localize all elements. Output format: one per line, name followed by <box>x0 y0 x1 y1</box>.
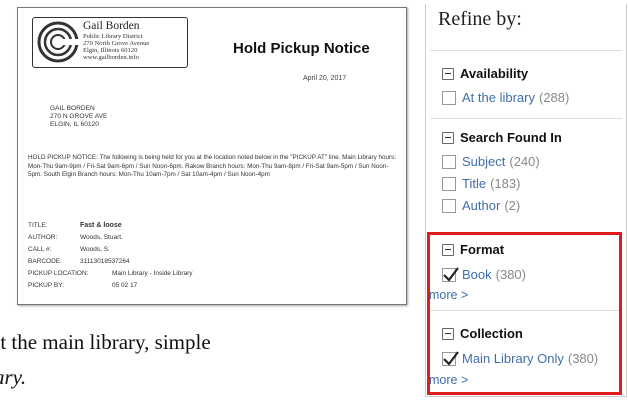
notice-body: HOLD PICKUP NOTICE: The following is bei… <box>28 154 397 178</box>
field-author: AUTHOR: Woods, Stuart. <box>28 234 123 241</box>
option-label[interactable]: At the library <box>462 90 535 105</box>
hold-pickup-notice: Gail Borden Public Library District 270 … <box>17 7 407 305</box>
facet-option-author[interactable]: Author (2) <box>442 198 520 213</box>
facet-option-title[interactable]: Title (183) <box>442 176 520 191</box>
facet-label: Search Found In <box>460 130 562 145</box>
field-title: TITLE: Fast & loose <box>28 222 122 229</box>
collapse-icon[interactable] <box>442 67 454 80</box>
facet-option-at-the-library[interactable]: At the library (288) <box>442 90 569 105</box>
patron-address: GAIL BORDEN 270 N GROVE AVE ELGIN, IL 60… <box>50 105 107 129</box>
field-pickup-location: PICKUP LOCATION: Main Library - Inside Li… <box>28 270 193 277</box>
library-name: Gail Borden <box>83 20 140 32</box>
checkbox[interactable] <box>442 154 456 169</box>
facet-option-subject[interactable]: Subject (240) <box>442 154 540 169</box>
caption-line-2: ary. <box>0 365 27 389</box>
refine-title: Refine by: <box>438 8 522 30</box>
option-label[interactable]: Title <box>462 176 486 191</box>
library-website: www.gailborden.info <box>83 54 139 61</box>
collapse-icon[interactable] <box>442 131 454 144</box>
address-line: 270 N GROVE AVE <box>50 113 108 120</box>
checkbox[interactable] <box>442 198 456 213</box>
option-label[interactable]: Subject <box>462 154 505 169</box>
facet-search-found-in-header[interactable]: Search Found In <box>442 130 562 145</box>
caption-line-1: at the main library, simple <box>0 330 211 354</box>
field-barcode: BARCODE: 31113018537264 <box>28 258 130 265</box>
option-label[interactable]: Author <box>462 198 500 213</box>
refine-panel: Refine by: Availability At the library (… <box>425 4 627 397</box>
option-count: (288) <box>538 90 570 105</box>
option-count: (2) <box>504 198 521 213</box>
library-logo: Gail Borden Public Library District 270 … <box>32 17 188 68</box>
checkbox[interactable] <box>442 176 456 191</box>
address-line: ELGIN, IL 60120 <box>50 121 99 128</box>
notice-date: April 20, 2017 <box>303 75 347 82</box>
facet-availability-header[interactable]: Availability <box>442 66 528 81</box>
field-call-number: CALL #: Woods, S. <box>28 246 110 253</box>
address-line: GAIL BORDEN <box>50 105 95 112</box>
option-count: (183) <box>490 176 521 191</box>
swirl-logo-icon <box>37 21 80 63</box>
field-pickup-by: PICKUP BY: 05 02 17 <box>28 282 138 289</box>
option-count: (240) <box>509 154 540 169</box>
facet-label: Availability <box>460 66 529 81</box>
notice-title: Hold Pickup Notice <box>233 40 370 57</box>
highlight-box <box>427 232 622 395</box>
divider <box>430 118 622 119</box>
checkbox[interactable] <box>442 90 456 105</box>
divider <box>430 50 622 51</box>
